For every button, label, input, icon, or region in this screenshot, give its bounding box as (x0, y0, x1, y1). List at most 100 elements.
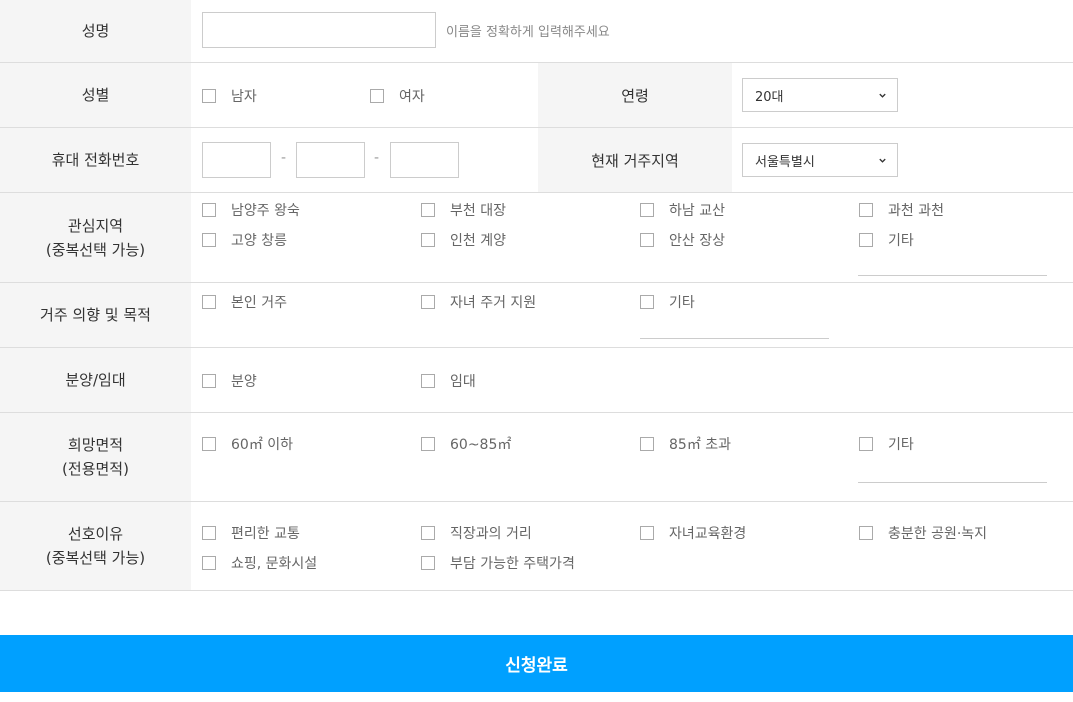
field-label-text: 거주 의향 및 목적 (40, 306, 151, 324)
checkbox-box[interactable] (202, 526, 216, 540)
checkbox-box[interactable] (859, 437, 873, 451)
checkbox-box[interactable] (640, 233, 654, 247)
field-label-text: 선호이유 (67, 525, 124, 543)
checkbox-box[interactable] (859, 203, 873, 217)
checkbox-box[interactable] (202, 89, 216, 103)
checkbox-label: 부천 대장 (450, 203, 506, 219)
field-label-text: 관심지역 (67, 216, 124, 235)
checkbox-label: 부담 가능한 주택가격 (450, 556, 575, 572)
interest-option-checkbox[interactable]: 부천 대장 (421, 200, 506, 220)
gender-label: 성별 (0, 63, 191, 127)
saletype-option-checkbox[interactable]: 임대 (421, 371, 476, 391)
area-other-input[interactable] (858, 482, 1047, 483)
row-name: 성명 이름을 정확하게 입력해주세요 (0, 0, 1073, 63)
row-phone-residence: 휴대 전화번호 - - 현재 거주지역 서울특별시 (0, 128, 1073, 193)
checkbox-box[interactable] (640, 526, 654, 540)
submit-button[interactable]: 신청완료 (0, 635, 1073, 692)
phone-separator: - (281, 150, 287, 166)
interest-option-checkbox[interactable]: 하남 교산 (640, 200, 725, 220)
checkbox-box[interactable] (202, 437, 216, 451)
checkbox-box[interactable] (859, 233, 873, 247)
reason-option-checkbox[interactable]: 쇼핑, 문화시설 (202, 553, 317, 573)
checkbox-label: 기타 (888, 437, 914, 453)
application-form: 성명 이름을 정확하게 입력해주세요 성별 남자 여자 연령 20대 휴대 전화… (0, 0, 1073, 591)
row-area: 희망면적 (전용면적) 60㎡ 이하 60~85㎡ 85㎡ 초과 기타 (0, 413, 1073, 502)
field-label-text: 희망면적 (67, 436, 124, 454)
checkbox-label: 하남 교산 (669, 203, 725, 219)
gender-male-checkbox[interactable]: 남자 (202, 86, 257, 106)
checkbox-label: 쇼핑, 문화시설 (231, 556, 318, 572)
reason-option-checkbox[interactable]: 자녀교육환경 (640, 523, 746, 543)
gender-female-checkbox[interactable]: 여자 (370, 86, 425, 106)
checkbox-label: 직장과의 거리 (450, 526, 532, 542)
area-other-checkbox[interactable]: 기타 (859, 434, 914, 454)
checkbox-box[interactable] (421, 203, 435, 217)
checkbox-label: 안산 장상 (669, 233, 725, 249)
checkbox-box[interactable] (421, 437, 435, 451)
area-option-checkbox[interactable]: 60~85㎡ (421, 434, 511, 454)
name-hint: 이름을 정확하게 입력해주세요 (446, 25, 610, 40)
checkbox-box[interactable] (421, 374, 435, 388)
checkbox-box[interactable] (640, 203, 654, 217)
intent-label: 거주 의향 및 목적 (0, 283, 191, 347)
reason-option-checkbox[interactable]: 직장과의 거리 (421, 523, 532, 543)
name-input[interactable] (202, 12, 436, 48)
intent-other-checkbox[interactable]: 기타 (640, 292, 695, 312)
interest-option-checkbox[interactable]: 과천 과천 (859, 200, 944, 220)
checkbox-label: 충분한 공원·녹지 (888, 526, 988, 542)
saletype-option-checkbox[interactable]: 분양 (202, 371, 257, 391)
interest-option-checkbox[interactable]: 안산 장상 (640, 230, 725, 250)
checkbox-box[interactable] (202, 203, 216, 217)
checkbox-label: 과천 과천 (888, 203, 944, 219)
field-label-text: 휴대 전화번호 (51, 151, 140, 169)
interest-option-checkbox[interactable]: 고양 창릉 (202, 230, 287, 250)
name-label: 성명 (0, 0, 191, 62)
area-option-checkbox[interactable]: 60㎡ 이하 (202, 434, 293, 454)
checkbox-label: 인천 계양 (450, 233, 506, 249)
phone-input-2[interactable] (296, 142, 365, 178)
interest-option-checkbox[interactable]: 인천 계양 (421, 230, 506, 250)
area-label: 희망면적 (전용면적) (0, 413, 191, 501)
checkbox-box[interactable] (202, 556, 216, 570)
checkbox-label: 임대 (450, 374, 476, 390)
age-label: 연령 (538, 63, 732, 127)
intent-option-checkbox[interactable]: 본인 거주 (202, 292, 287, 312)
checkbox-box[interactable] (421, 295, 435, 309)
checkbox-box[interactable] (640, 437, 654, 451)
interest-option-checkbox[interactable]: 남양주 왕숙 (202, 200, 300, 220)
interest-other-input[interactable] (858, 275, 1047, 276)
phone-label: 휴대 전화번호 (0, 128, 191, 192)
area-option-checkbox[interactable]: 85㎡ 초과 (640, 434, 731, 454)
age-select[interactable]: 20대 (742, 78, 898, 112)
reason-option-checkbox[interactable]: 편리한 교통 (202, 523, 300, 543)
interest-label: 관심지역 (중복선택 가능) (0, 193, 191, 282)
checkbox-box[interactable] (421, 233, 435, 247)
checkbox-box[interactable] (202, 233, 216, 247)
chevron-down-icon (879, 93, 886, 98)
row-intent: 거주 의향 및 목적 본인 거주 자녀 주거 지원 기타 (0, 283, 1073, 348)
field-label-text: 연령 (621, 86, 649, 105)
checkbox-box[interactable] (640, 295, 654, 309)
checkbox-box[interactable] (421, 556, 435, 570)
residence-select[interactable]: 서울특별시 (742, 143, 898, 177)
checkbox-label: 기타 (888, 233, 914, 249)
checkbox-label: 본인 거주 (231, 295, 287, 311)
checkbox-label: 편리한 교통 (231, 526, 300, 542)
field-label-text: 분양/임대 (65, 371, 126, 389)
phone-input-1[interactable] (202, 142, 271, 178)
reason-option-checkbox[interactable]: 부담 가능한 주택가격 (421, 553, 575, 573)
checkbox-label: 남자 (231, 89, 257, 105)
saletype-label: 분양/임대 (0, 348, 191, 412)
row-reason: 선호이유 (중복선택 가능) 편리한 교통 직장과의 거리 자녀교육환경 충분한 … (0, 502, 1073, 591)
checkbox-box[interactable] (421, 526, 435, 540)
checkbox-box[interactable] (370, 89, 384, 103)
reason-option-checkbox[interactable]: 충분한 공원·녹지 (859, 523, 987, 543)
checkbox-label: 남양주 왕숙 (231, 203, 300, 219)
interest-other-checkbox[interactable]: 기타 (859, 230, 914, 250)
checkbox-box[interactable] (859, 526, 873, 540)
intent-option-checkbox[interactable]: 자녀 주거 지원 (421, 292, 536, 312)
checkbox-box[interactable] (202, 295, 216, 309)
intent-other-input[interactable] (640, 338, 829, 339)
phone-input-3[interactable] (390, 142, 459, 178)
checkbox-box[interactable] (202, 374, 216, 388)
